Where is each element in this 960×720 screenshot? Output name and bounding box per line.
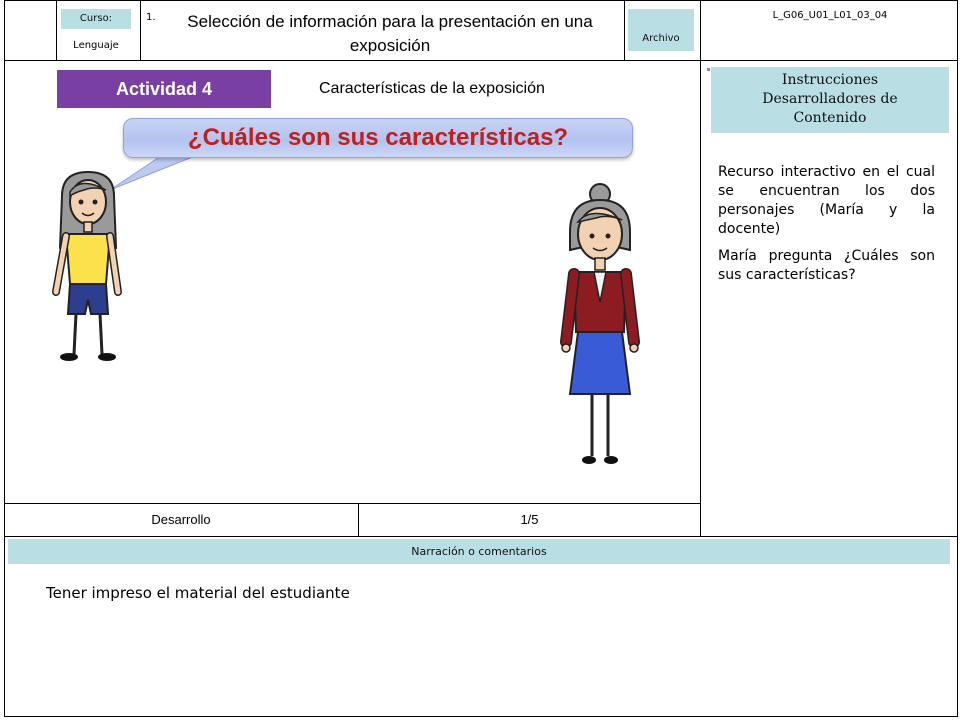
narration-heading: Narración o comentarios [8,539,950,564]
course-label: Curso: [61,9,131,29]
question-bubble: ¿Cuáles son sus características? [123,118,633,158]
title-col-divider [140,0,141,60]
activity-subtitle: Características de la exposición [319,80,545,97]
narration-text: Tener impreso el material del estudiante [46,584,350,602]
page-indicator: 1/5 [520,512,539,527]
file-col-divider [624,0,625,60]
bullet-mark [707,68,710,71]
course-value: Lenguaje [73,40,119,51]
header-divider [4,60,958,61]
narration-divider [4,536,958,537]
activity-badge: Actividad 4 [57,70,271,108]
file-label: Archivo [628,9,694,51]
teacher-character[interactable] [560,182,640,468]
left-col-divider [56,0,57,60]
item-number: 1. [146,12,156,23]
file-code: L_G06_U01_L01_03_04 [772,10,888,21]
main-col-divider [700,0,701,536]
instructions-paragraph-1: Recurso interactivo en el cual se encuen… [718,164,935,237]
maria-character[interactable] [44,168,134,368]
page-title: Selección de información para la present… [187,12,593,55]
stage-label: Desarrollo [151,512,211,527]
instructions-heading: Instrucciones Desarrolladores de Conteni… [711,67,949,133]
instructions-body: Recurso interactivo en el cual se encuen… [718,163,935,293]
instructions-paragraph-2: María pregunta ¿Cuáles son sus caracterí… [718,248,935,283]
